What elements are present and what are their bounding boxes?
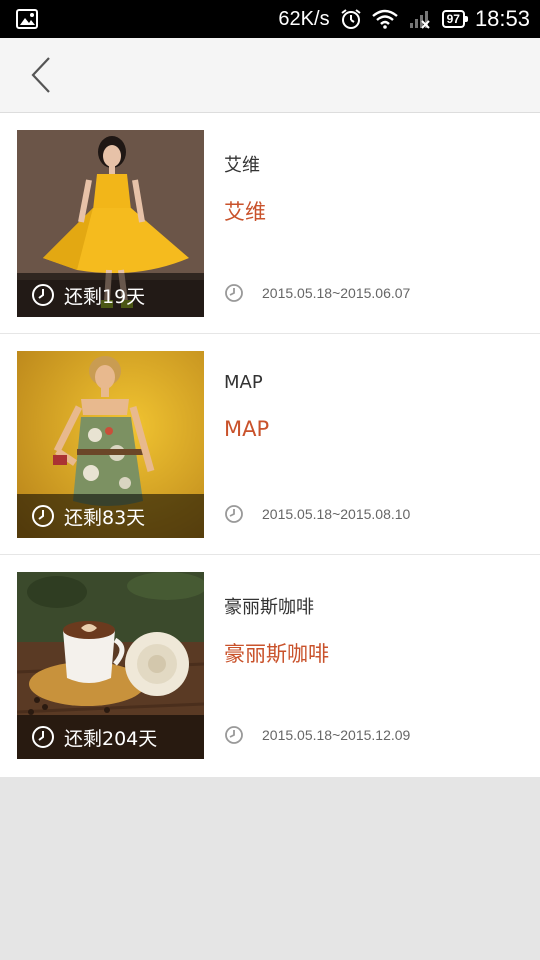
- network-speed: 62K/s: [278, 7, 330, 30]
- remaining-days-text: 还剩204天: [64, 727, 158, 750]
- brand-name: 艾维: [224, 155, 260, 176]
- list-item[interactable]: 还剩204天 豪丽斯咖啡 豪丽斯咖啡 2015.05.18~2015.12.09: [0, 555, 540, 777]
- clock-time: 18:53: [474, 6, 530, 31]
- promotion-title: 艾维: [224, 200, 266, 224]
- item-thumbnail[interactable]: 还剩83天: [17, 351, 204, 538]
- promotion-list: 还剩19天 艾维 艾维 2015.05.18~2015.06.07 还剩83天 …: [0, 113, 540, 777]
- brand-name: 豪丽斯咖啡: [224, 597, 314, 618]
- promotion-title: 豪丽斯咖啡: [224, 642, 329, 666]
- back-chevron-icon: [31, 57, 50, 93]
- wifi-icon: [371, 9, 398, 29]
- remaining-days-badge: 还剩19天: [17, 273, 204, 317]
- remaining-days-badge: 还剩204天: [17, 715, 204, 759]
- date-range-row: 2015.05.18~2015.12.09: [224, 725, 410, 745]
- date-range-row: 2015.05.18~2015.06.07: [224, 283, 410, 303]
- back-button[interactable]: [16, 50, 66, 100]
- top-header: [0, 38, 540, 113]
- date-range-text: 2015.05.18~2015.08.10: [262, 506, 411, 522]
- promotion-title: MAP: [224, 417, 270, 441]
- clock-icon: [225, 284, 243, 302]
- brand-name: MAP: [224, 372, 263, 393]
- clock-icon: [32, 284, 54, 306]
- clock-icon: [225, 505, 243, 523]
- remaining-days-text: 还剩83天: [64, 506, 146, 529]
- date-range-row: 2015.05.18~2015.08.10: [224, 504, 410, 524]
- item-thumbnail[interactable]: 还剩204天: [17, 572, 204, 759]
- date-range-text: 2015.05.18~2015.06.07: [262, 285, 411, 301]
- remaining-days-text: 还剩19天: [64, 285, 146, 308]
- signal-icon: [409, 11, 430, 29]
- status-bar: 62K/s 97 18:53: [0, 0, 540, 38]
- date-range-text: 2015.05.18~2015.12.09: [262, 727, 411, 743]
- clock-icon: [32, 505, 54, 527]
- list-item[interactable]: 还剩83天 MAP MAP 2015.05.18~2015.08.10: [0, 334, 540, 555]
- alarm-icon: [340, 9, 361, 29]
- item-thumbnail[interactable]: 还剩19天: [17, 130, 204, 317]
- battery-icon: 97: [441, 10, 469, 28]
- list-item[interactable]: 还剩19天 艾维 艾维 2015.05.18~2015.06.07: [0, 113, 540, 334]
- clock-icon: [32, 726, 54, 748]
- remaining-days-badge: 还剩83天: [17, 494, 204, 538]
- clock-icon: [225, 726, 243, 744]
- image-icon: [16, 9, 38, 29]
